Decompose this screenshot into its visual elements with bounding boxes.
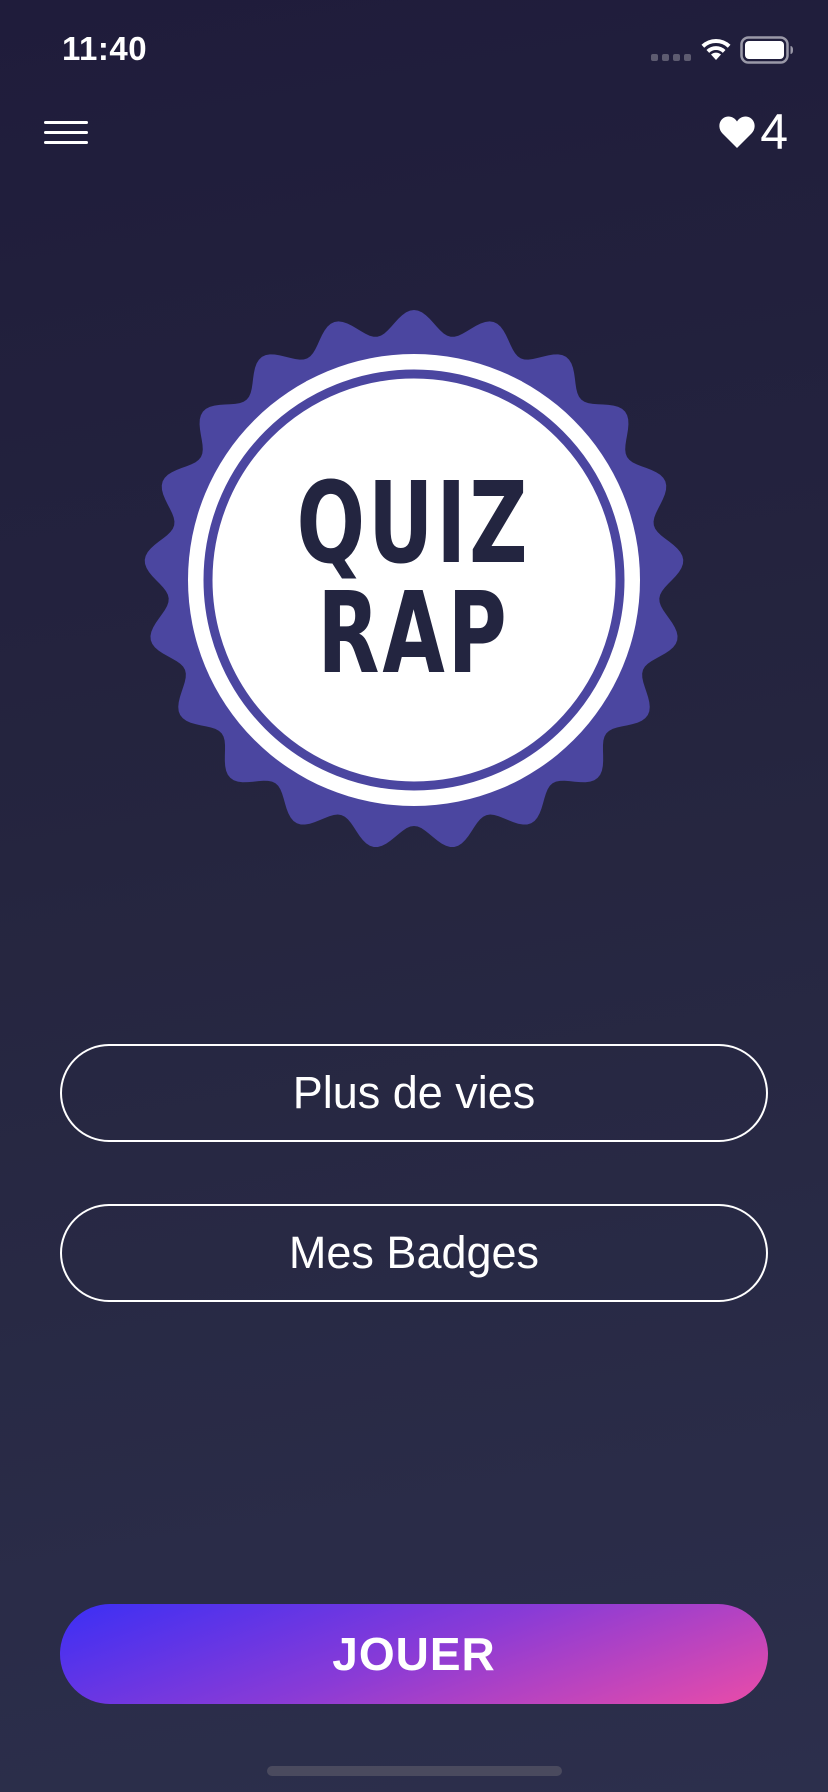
logo-line-quiz: QUIZ xyxy=(296,459,532,590)
home-indicator xyxy=(267,1766,562,1776)
menu-button[interactable] xyxy=(40,112,92,152)
play-button[interactable]: JOUER xyxy=(60,1604,768,1704)
status-time: 11:40 xyxy=(62,30,148,67)
my-badges-button[interactable]: Mes Badges xyxy=(60,1204,768,1302)
signal-icon xyxy=(651,54,691,61)
more-lives-button[interactable]: Plus de vies xyxy=(60,1044,768,1142)
battery-icon xyxy=(740,36,793,64)
logo-line-rap: RAP xyxy=(317,569,511,699)
hamburger-menu-icon-line xyxy=(44,130,88,134)
lives-count: 4 xyxy=(760,104,788,160)
status-bar: 11:40 xyxy=(0,0,828,100)
heart-icon xyxy=(719,116,755,148)
hamburger-menu-icon xyxy=(44,120,88,124)
quiz-rap-logo: QUIZ RAP xyxy=(142,308,686,852)
lives-indicator: 4 xyxy=(718,106,788,158)
wifi-icon xyxy=(701,38,731,60)
logo-text: QUIZ RAP xyxy=(142,308,686,852)
hamburger-menu-icon-line xyxy=(44,140,88,144)
